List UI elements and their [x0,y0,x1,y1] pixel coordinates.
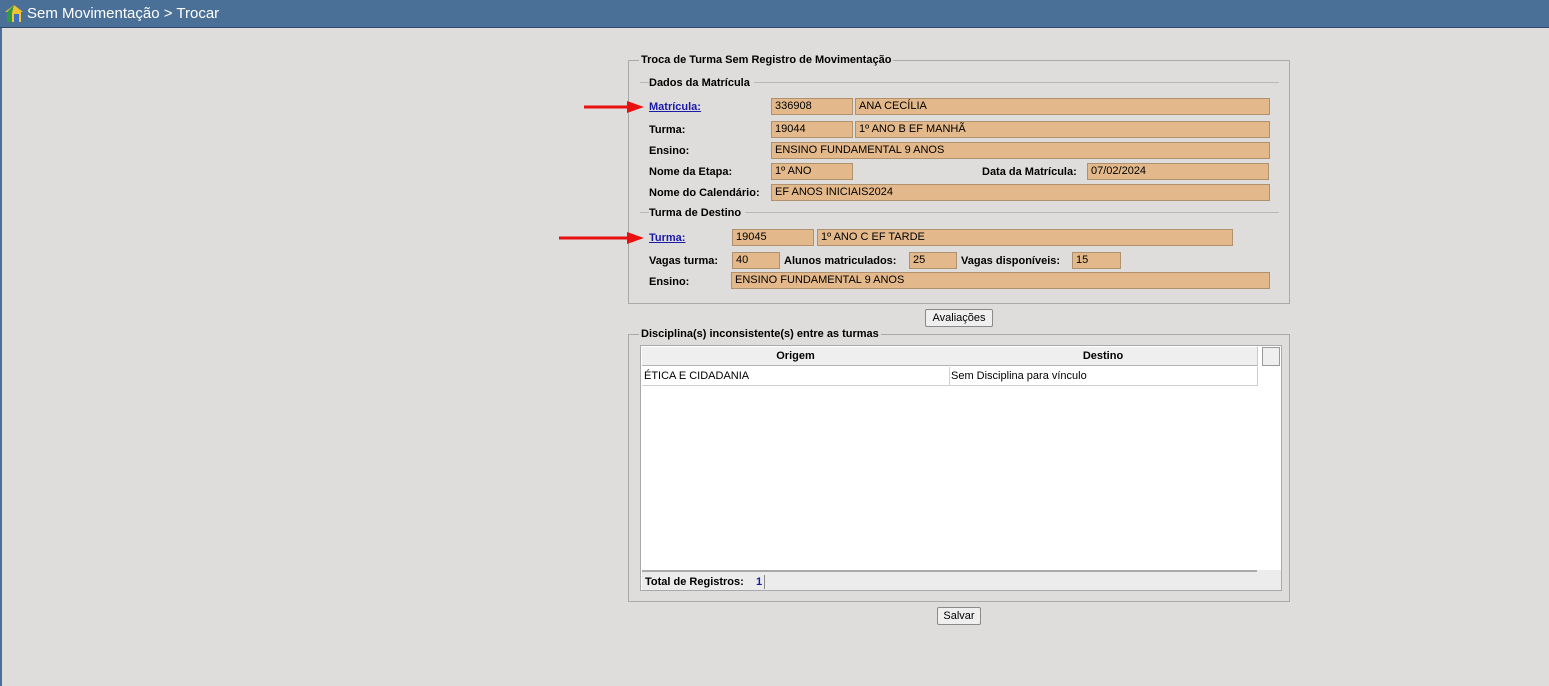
etapa-label: Nome da Etapa: [649,166,733,178]
matricula-section-heading: Dados da Matrícula [649,77,754,90]
window-title: Sem Movimentação > Trocar [27,5,220,22]
etapa-field: 1º ANO [771,163,853,180]
matricula-link[interactable]: Matrícula: [649,101,701,114]
alunos-matriculados-label: Alunos matriculados: [784,255,897,267]
grid-footer-corner [1257,570,1281,590]
grid-footer: Total de Registros: 1 [642,570,1257,590]
data-matricula-label: Data da Matrícula: [982,166,1077,178]
footer-separator [764,575,765,589]
calendario-label: Nome do Calendário: [649,187,760,199]
turma-destino-link[interactable]: Turma: [649,232,685,245]
vagas-disponiveis-label: Vagas disponíveis: [961,255,1061,267]
aluno-nome-field: ANA CECÍLIA [855,98,1270,115]
turma-destino-code-field: 19045 [732,229,814,246]
table-row-origem[interactable]: ÉTICA E CIDADANIA [642,367,950,386]
turma-destino-nome-field: 1º ANO C EF TARDE [817,229,1233,246]
total-registros-value: 1 [756,576,763,588]
table-row-destino[interactable]: Sem Disciplina para vínculo [949,367,1258,386]
red-arrow-icon [559,232,644,244]
vagas-turma-field: 40 [732,252,780,269]
vagas-disponiveis-field: 15 [1072,252,1121,269]
matricula-code-field: 336908 [771,98,853,115]
ensino-field: ENSINO FUNDAMENTAL 9 ANOS [771,142,1270,159]
destino-section-heading: Turma de Destino [649,207,746,220]
left-edge [0,28,2,686]
turma-code-field: 19044 [771,121,853,138]
troca-turma-legend: Troca de Turma Sem Registro de Movimenta… [639,54,894,67]
ensino-destino-label: Ensino: [649,276,690,288]
turma-label: Turma: [649,124,686,136]
disciplinas-grid: Origem Destino ÉTICA E CIDADANIA Sem Dis… [640,345,1282,591]
grid-corner-button[interactable] [1262,347,1280,366]
alunos-matriculados-field: 25 [909,252,957,269]
ensino-label: Ensino: [649,145,690,157]
ensino-destino-field: ENSINO FUNDAMENTAL 9 ANOS [731,272,1270,289]
calendario-field: EF ANOS INICIAIS2024 [771,184,1270,201]
red-arrow-icon [584,101,644,113]
app-logo-icon [5,5,23,22]
total-registros-label: Total de Registros: [645,576,744,588]
avaliacoes-button[interactable]: Avaliações [925,309,993,327]
data-matricula-field: 07/02/2024 [1087,163,1269,180]
salvar-button[interactable]: Salvar [937,607,981,625]
disciplinas-legend: Disciplina(s) inconsistente(s) entre as … [639,328,881,341]
vagas-turma-label: Vagas turma: [649,255,719,267]
column-header-origem[interactable]: Origem [642,347,950,366]
column-header-destino[interactable]: Destino [949,347,1258,366]
window-titlebar: Sem Movimentação > Trocar [0,0,1549,28]
turma-nome-field: 1º ANO B EF MANHÃ [855,121,1270,138]
troca-turma-fieldset [628,60,1290,304]
